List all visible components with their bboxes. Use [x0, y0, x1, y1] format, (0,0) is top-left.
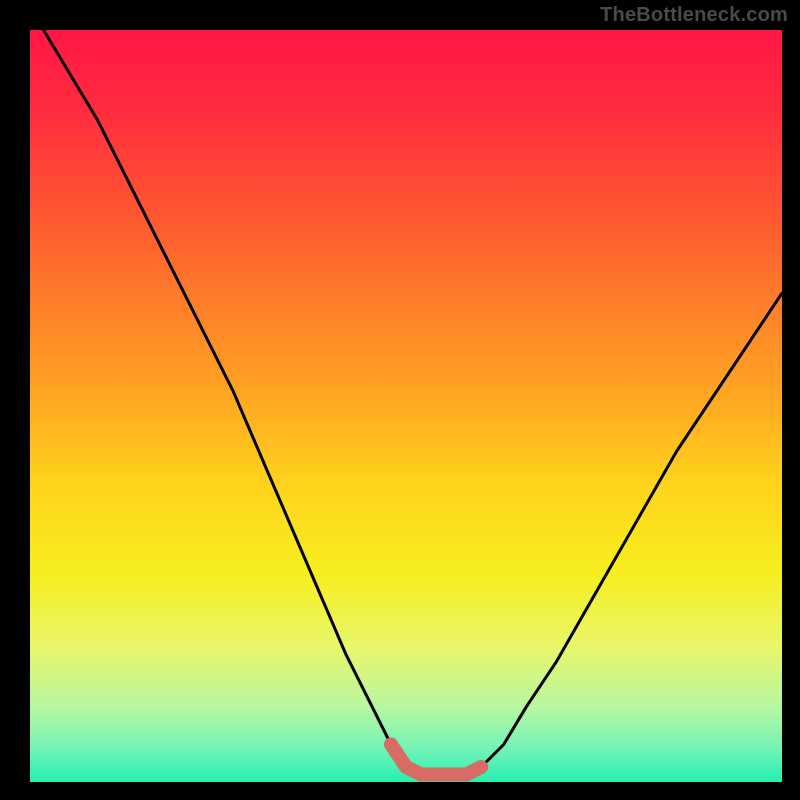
- chart-frame: TheBottleneck.com: [0, 0, 800, 800]
- gradient-background: [30, 30, 782, 782]
- bottleneck-chart: [0, 0, 800, 800]
- watermark-text: TheBottleneck.com: [600, 4, 788, 27]
